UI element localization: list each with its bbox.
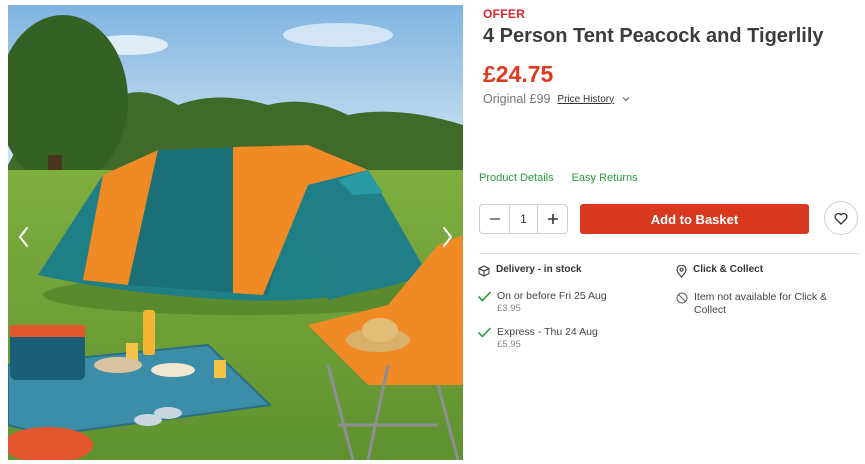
location-pin-icon bbox=[676, 265, 687, 278]
collect-note: Item not available for Click & Collect bbox=[676, 291, 861, 317]
original-price: Original £99 bbox=[483, 92, 551, 106]
unavailable-icon bbox=[676, 292, 688, 304]
quantity-input[interactable]: 1 bbox=[509, 205, 538, 233]
original-price-row: Original £99 Price History bbox=[483, 92, 631, 106]
collect-heading-row: Click & Collect bbox=[676, 264, 861, 278]
product-title: 4 Person Tent Peacock and Tigerlily bbox=[483, 25, 824, 47]
delivery-section: Delivery - in stock On or before Fri 25 … bbox=[478, 264, 668, 351]
minus-icon bbox=[489, 218, 500, 220]
wishlist-button[interactable] bbox=[824, 201, 858, 235]
check-icon bbox=[478, 291, 491, 302]
info-links: Product Details Easy Returns bbox=[479, 172, 638, 184]
next-image-button[interactable] bbox=[435, 220, 459, 254]
heart-icon bbox=[834, 212, 848, 225]
delivery-option-label: On or before Fri 25 Aug bbox=[497, 290, 607, 302]
collect-note-line1: Item not available for Click & bbox=[694, 291, 828, 303]
chevron-left-icon bbox=[19, 227, 28, 247]
delivery-option-price: £3.95 bbox=[497, 303, 521, 314]
delivery-option: Express - Thu 24 Aug £5.95 bbox=[478, 326, 668, 351]
delivery-option-price: £5.95 bbox=[497, 339, 521, 350]
add-to-basket-button[interactable]: Add to Basket bbox=[580, 204, 809, 234]
current-price: £24.75 bbox=[483, 61, 554, 87]
product-details-link[interactable]: Product Details bbox=[479, 172, 554, 184]
delivery-option-label: Express - Thu 24 Aug bbox=[497, 326, 598, 338]
chevron-down-icon[interactable] bbox=[621, 94, 631, 104]
quantity-stepper: 1 bbox=[479, 204, 568, 234]
delivery-option: On or before Fri 25 Aug £3.95 bbox=[478, 290, 668, 315]
divider bbox=[479, 253, 859, 254]
collect-note-line2: Collect bbox=[694, 304, 727, 316]
price-history-link[interactable]: Price History bbox=[557, 94, 614, 105]
increase-quantity-button[interactable] bbox=[538, 205, 567, 233]
decrease-quantity-button[interactable] bbox=[480, 205, 509, 233]
delivery-heading-row: Delivery - in stock bbox=[478, 264, 668, 277]
product-image[interactable] bbox=[8, 5, 463, 460]
tent-photo bbox=[8, 5, 463, 460]
offer-badge: OFFER bbox=[483, 7, 526, 21]
check-icon bbox=[478, 327, 491, 338]
easy-returns-link[interactable]: Easy Returns bbox=[572, 172, 638, 184]
chevron-right-icon bbox=[443, 227, 452, 247]
delivery-heading: Delivery - in stock bbox=[496, 264, 582, 275]
collect-heading: Click & Collect bbox=[693, 264, 764, 275]
plus-icon bbox=[547, 214, 558, 224]
box-icon bbox=[478, 265, 490, 277]
previous-image-button[interactable] bbox=[12, 220, 36, 254]
collect-section: Click & Collect Item not available for C… bbox=[676, 264, 861, 317]
